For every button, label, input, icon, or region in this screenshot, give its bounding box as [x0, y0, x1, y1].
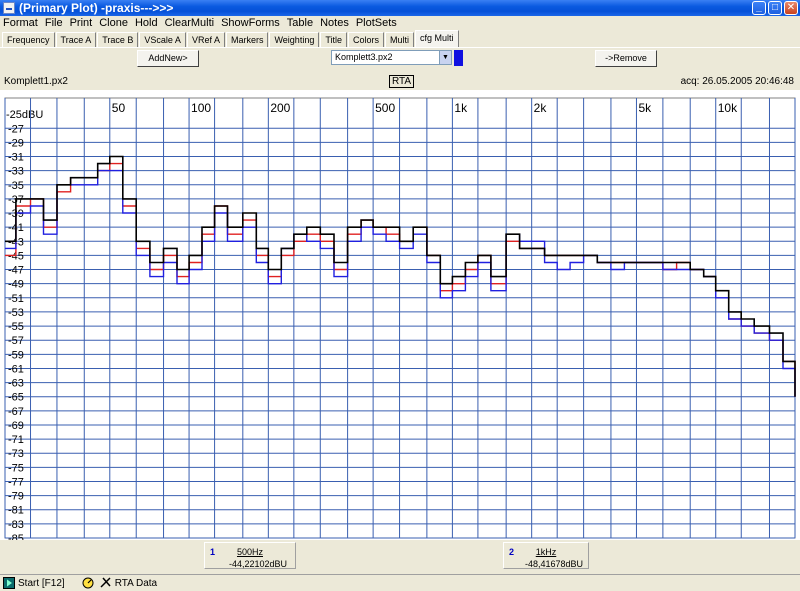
add-new-button[interactable]: AddNew>	[137, 50, 199, 67]
file-select-value: Komplett3.px2	[335, 52, 393, 62]
y-tick-label: -53	[8, 307, 24, 319]
menu-format[interactable]: Format	[3, 17, 38, 29]
y-tick-label: -73	[8, 448, 24, 460]
tools-icon[interactable]	[100, 577, 112, 589]
window-title: (Primary Plot) -praxis--->>>	[19, 1, 174, 15]
menu-showforms[interactable]: ShowForms	[221, 17, 280, 29]
menu-table[interactable]: Table	[287, 17, 313, 29]
app-icon	[3, 2, 15, 14]
gauge-icon[interactable]	[82, 577, 94, 589]
menu-bar: Format File Print Clone Hold ClearMulti …	[0, 16, 800, 30]
title-bar: (Primary Plot) -praxis--->>> _ □ ✕	[0, 0, 800, 16]
tab-frequency[interactable]: Frequency	[2, 32, 55, 47]
y-tick-label: -79	[8, 491, 24, 503]
start-button[interactable]: Start [F12]	[18, 578, 65, 589]
tab-weighting[interactable]: Weighting	[269, 32, 320, 47]
y-tick-label: -49	[8, 279, 24, 291]
y-tick-label: -51	[8, 293, 24, 305]
y-tick-label: -31	[8, 152, 24, 164]
cursor-frequency: 1kHz	[535, 547, 557, 557]
y-tick-label: -27	[8, 123, 24, 135]
y-tick-label: -55	[8, 321, 24, 333]
y-tick-label: -85	[8, 533, 24, 540]
x-tick-label: 100	[191, 101, 211, 115]
cursor-readout-1: 1 500Hz -44,22102dBU	[204, 542, 296, 569]
x-tick-label: 2k	[534, 101, 548, 115]
menu-plotsets[interactable]: PlotSets	[356, 17, 397, 29]
y-tick-label: -77	[8, 476, 24, 488]
x-tick-label: 200	[270, 101, 290, 115]
x-tick-label: 500	[375, 101, 395, 115]
y-tick-label: -63	[8, 378, 24, 390]
tab-title[interactable]: Title	[320, 32, 347, 47]
x-tick-label: 1k	[454, 101, 468, 115]
cursor-value: -48,41678dBU	[524, 559, 584, 569]
tab-bar: Frequency Trace A Trace B VScale A VRef …	[0, 30, 800, 48]
cursor-frequency: 500Hz	[236, 547, 263, 557]
tab-trace-b[interactable]: Trace B	[97, 32, 139, 47]
y-tick-label: -83	[8, 519, 24, 531]
rta-plot[interactable]: -27 -29 -31 -33 -35 -37 -39 -41 -43 -45 -47 -49 -51-…	[0, 90, 800, 545]
y-tick-label: -29	[8, 137, 24, 149]
status-label: RTA Data	[114, 577, 158, 589]
y-tick-label: -33	[8, 166, 24, 178]
menu-notes[interactable]: Notes	[320, 17, 349, 29]
plot-mode-badge: RTA	[389, 75, 415, 88]
cursor-bar: 1 500Hz -44,22102dBU 2 1kHz -48,41678dBU	[0, 540, 800, 574]
y-tick-label: -35	[8, 180, 24, 192]
rta-chart[interactable]: -27-29-31-33-35-37-39-41-43-45-47-49-51-…	[0, 90, 800, 545]
tab-colors[interactable]: Colors	[348, 32, 385, 47]
y-tick-label: -81	[8, 505, 24, 517]
y-tick-label: -57	[8, 335, 24, 347]
y-tick-label: -75	[8, 462, 24, 474]
x-tick-label: 10k	[718, 101, 738, 115]
y-tick-label: -65	[8, 392, 24, 404]
y-tick-label: -59	[8, 349, 24, 361]
y-tick-label: -47	[8, 265, 24, 277]
cursor-value: -44,22102dBU	[228, 559, 288, 569]
tab-multi[interactable]: Multi	[385, 32, 415, 47]
tab-vscale-a[interactable]: VScale A	[139, 32, 186, 47]
close-button[interactable]: ✕	[784, 1, 798, 15]
menu-hold[interactable]: Hold	[135, 17, 158, 29]
minimize-button[interactable]: _	[752, 1, 766, 15]
plot-file-name: Komplett1.px2	[4, 76, 68, 87]
remove-button[interactable]: ->Remove	[595, 50, 657, 67]
tab-cfg-multi[interactable]: cfg Multi	[415, 30, 459, 47]
y-tick-label: -67	[8, 406, 24, 418]
chevron-down-icon[interactable]: ▼	[439, 51, 451, 64]
y-tick-label: -69	[8, 420, 24, 432]
plot-info-bar: Komplett1.px2 RTA acq: 26.05.2005 20:46:…	[0, 73, 800, 90]
menu-print[interactable]: Print	[70, 17, 93, 29]
y-tick-label: -71	[8, 434, 24, 446]
menu-clone[interactable]: Clone	[99, 17, 128, 29]
cursor-readout-2: 2 1kHz -48,41678dBU	[503, 542, 589, 569]
x-tick-label: 50	[112, 101, 126, 115]
start-icon[interactable]	[3, 577, 15, 589]
menu-clearmulti[interactable]: ClearMulti	[165, 17, 215, 29]
maximize-button[interactable]: □	[768, 1, 782, 15]
file-select[interactable]: Komplett3.px2 ▼	[331, 50, 452, 65]
tab-vref-a[interactable]: VRef A	[186, 32, 225, 47]
trace-color-swatch[interactable]	[454, 50, 463, 66]
menu-file[interactable]: File	[45, 17, 63, 29]
acquisition-time: acq: 26.05.2005 20:46:48	[680, 76, 794, 87]
y-tick-label: -61	[8, 363, 24, 375]
status-bar: Start [F12] RTA Data	[0, 574, 800, 591]
tab-markers[interactable]: Markers	[225, 32, 269, 47]
x-tick-label: 5k	[638, 101, 652, 115]
tab-trace-a[interactable]: Trace A	[55, 32, 97, 47]
y-unit-label: -25dBU	[6, 109, 43, 121]
